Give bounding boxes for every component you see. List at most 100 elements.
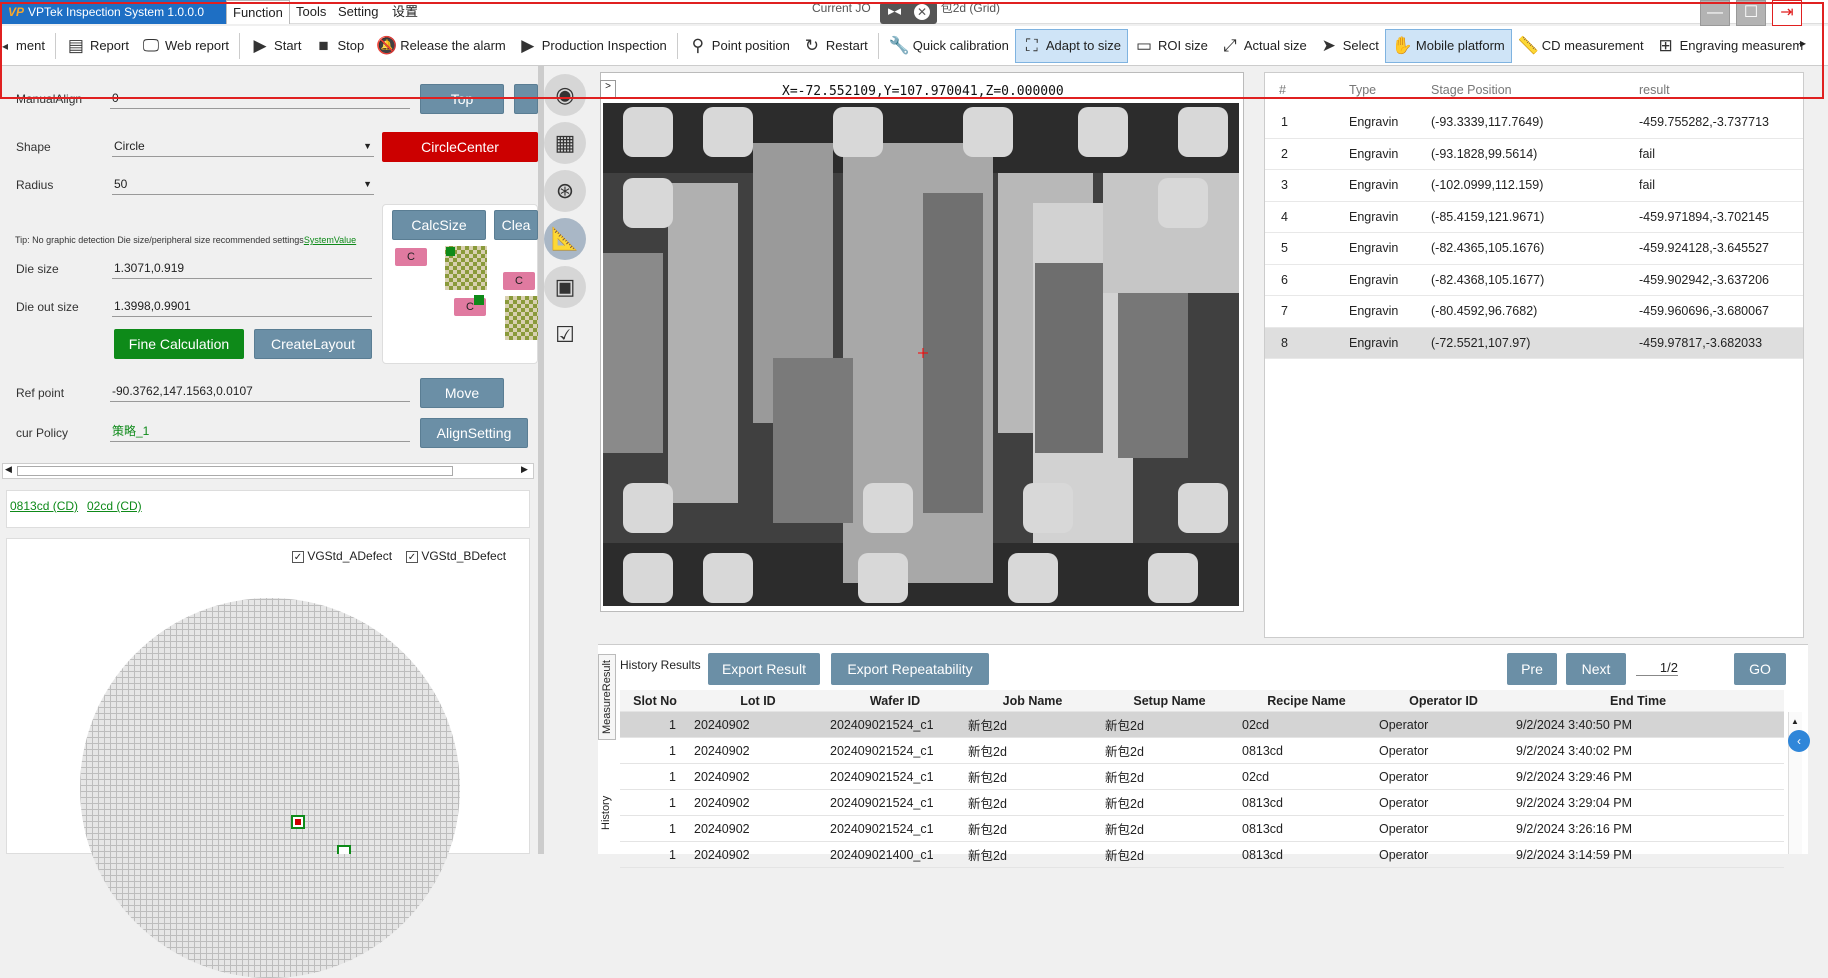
mobile-platform-button[interactable]: ✋ Mobile platform <box>1384 28 1512 63</box>
recipe-link-02cd[interactable]: 02cd (CD) <box>87 499 142 513</box>
checklist-icon[interactable]: ☑ <box>544 314 586 356</box>
point-position-button[interactable]: ⚲ Point position <box>682 29 796 63</box>
history-row[interactable]: 1 20240902 202409021524_c1 新包2d 新包2d 0813cd Op… <box>620 816 1784 842</box>
ref-point-field[interactable]: -90.3762,147.1563,0.0107 <box>110 382 410 402</box>
wafer-camera-image[interactable] <box>603 103 1239 606</box>
result-row[interactable]: 2 Engravin (-93.1828,99.5614) fail <box>1265 139 1803 170</box>
partial-button[interactable] <box>514 84 538 114</box>
ruler-tool-icon[interactable]: 📐 <box>544 218 586 260</box>
move-button[interactable]: Move <box>420 378 504 408</box>
recording-control[interactable]: ▸◂ ✕ <box>880 2 937 24</box>
scrollbar-thumb[interactable] <box>17 466 453 476</box>
exit-button[interactable]: ⇥ <box>1772 0 1802 26</box>
report-button[interactable]: ▤ Report <box>60 29 135 63</box>
scroll-up-icon[interactable]: ▲ <box>1789 717 1799 726</box>
clear-button[interactable]: Clea <box>494 210 538 240</box>
export-repeatability-button[interactable]: Export Repeatability <box>831 653 989 685</box>
result-row[interactable]: 8 Engravin (-72.5521,107.97) -459.97817,-3.… <box>1265 327 1803 359</box>
maximize-button[interactable]: ☐ <box>1736 0 1766 26</box>
collapse-panel-icon[interactable]: ‹ <box>1788 730 1810 752</box>
target-grid-icon[interactable]: ⊛ <box>544 170 586 212</box>
result-row[interactable]: 6 Engravin (-82.4368,105.1677) -459.902942,… <box>1265 265 1803 296</box>
history-row[interactable]: 1 20240902 202409021400_c1 新包2d 新包2d 0813cd Op… <box>620 842 1784 868</box>
menu-function[interactable]: Function <box>226 0 290 24</box>
horizontal-scrollbar[interactable]: ◀ ▶ <box>2 463 534 479</box>
result-row[interactable]: 1 Engravin (-93.3339,117.7649) -459.755282,… <box>1265 107 1803 139</box>
history-row[interactable]: 1 20240902 202409021524_c1 新包2d 新包2d 0813cd Op… <box>620 790 1784 816</box>
toolbar-scroll-right-icon[interactable]: ▸ <box>1800 36 1806 50</box>
menu-setting[interactable]: Setting <box>332 0 384 24</box>
production-inspection-button[interactable]: ▶ Production Inspection <box>512 29 673 63</box>
quick-calibration-button[interactable]: 🔧 Quick calibration <box>883 29 1015 63</box>
menu-settings-cn[interactable]: 设置 <box>386 0 424 24</box>
calc-size-button[interactable]: CalcSize <box>392 210 486 240</box>
chart-icon[interactable]: ▣ <box>544 266 586 308</box>
page-input[interactable]: 1/2 <box>1636 660 1678 676</box>
history-cell: Operator <box>1379 821 1429 836</box>
cd-measurement-button[interactable]: 📏 CD measurement <box>1512 29 1650 63</box>
menu-tools[interactable]: Tools <box>290 0 332 24</box>
next-page-button[interactable]: Next <box>1566 653 1626 685</box>
recipe-link-0813cd[interactable]: 0813cd (CD) <box>10 499 78 513</box>
wafer-die-marker[interactable] <box>337 845 351 854</box>
result-row[interactable]: 5 Engravin (-82.4365,105.1676) -459.924128,… <box>1265 233 1803 265</box>
die-size-field[interactable]: 1.3071,0.919 <box>112 259 372 279</box>
chip-c-1: C <box>395 248 427 266</box>
stop-button[interactable]: ■ Stop <box>308 29 371 63</box>
result-cell: 8 <box>1281 335 1288 350</box>
create-layout-button[interactable]: CreateLayout <box>254 329 372 359</box>
camera-icon[interactable]: ◉ <box>544 74 586 116</box>
toolbar-partial-button[interactable]: ment <box>10 29 51 63</box>
system-value-link[interactable]: SystemValue <box>304 235 356 245</box>
release-alarm-button[interactable]: 🔕 Release the alarm <box>370 29 512 63</box>
align-setting-button[interactable]: AlignSetting <box>420 418 528 448</box>
report-label: Report <box>89 38 129 53</box>
radius-select[interactable]: 50 ▼ <box>112 175 374 195</box>
history-row[interactable]: 1 20240902 202409021524_c1 新包2d 新包2d 02cd Oper… <box>620 764 1784 790</box>
top-button[interactable]: Top <box>420 84 504 114</box>
expand-button[interactable]: > <box>600 80 616 98</box>
result-row[interactable]: 3 Engravin (-102.0999,112.159) fail <box>1265 170 1803 202</box>
select-button[interactable]: ➤ Select <box>1313 29 1385 63</box>
grid-sphere-icon[interactable]: ▦ <box>544 122 586 164</box>
tab-measure-result[interactable]: MeasureResult <box>598 654 616 740</box>
die-out-size-field[interactable]: 1.3998,0.9901 <box>112 297 372 317</box>
history-row[interactable]: 1 20240902 202409021524_c1 新包2d 新包2d 0813cd Op… <box>620 738 1784 764</box>
actual-size-button[interactable]: ⤢ Actual size <box>1214 29 1313 63</box>
previous-page-button[interactable]: Pre <box>1507 653 1557 685</box>
start-button[interactable]: ▶ Start <box>244 29 307 63</box>
shape-select[interactable]: Circle ▼ <box>112 137 374 157</box>
manual-align-field[interactable]: 0 <box>110 89 410 109</box>
scroll-right-icon[interactable]: ▶ <box>521 464 528 475</box>
point-position-label: Point position <box>711 38 790 53</box>
wafer-map[interactable] <box>80 598 460 978</box>
restart-button[interactable]: ↻ Restart <box>796 29 874 63</box>
history-cell: 02cd <box>1242 769 1270 784</box>
current-job-label: Current JO <box>812 1 871 15</box>
history-cell: 1 <box>669 821 676 836</box>
adapt-to-size-button[interactable]: ⛶ Adapt to size <box>1014 28 1129 63</box>
history-row[interactable]: 1 20240902 202409021524_c1 新包2d 新包2d 02cd Oper… <box>620 712 1784 738</box>
go-button[interactable]: GO <box>1734 653 1786 685</box>
scroll-left-icon[interactable]: ◀ <box>5 464 12 475</box>
export-result-button[interactable]: Export Result <box>708 653 820 685</box>
circle-center-button[interactable]: CircleCenter <box>382 132 538 162</box>
wafer-die-selected[interactable] <box>291 815 305 829</box>
checkbox-checked-icon[interactable]: ✓ <box>406 551 418 563</box>
minimize-button[interactable]: — <box>1700 0 1730 26</box>
recording-icon[interactable]: ▸◂ <box>888 3 901 19</box>
tab-history[interactable]: History <box>598 772 616 854</box>
web-report-button[interactable]: 🖵 Web report <box>135 29 235 63</box>
fine-calculation-button[interactable]: Fine Calculation <box>114 329 244 359</box>
start-label: Start <box>274 38 302 53</box>
toolbar-scroll-left-icon[interactable]: ◂ <box>0 39 10 53</box>
result-row[interactable]: 4 Engravin (-85.4159,121.9671) -459.971894,… <box>1265 202 1803 233</box>
close-icon[interactable]: ✕ <box>914 4 930 20</box>
engraving-measurement-button[interactable]: ⊞ Engraving measurem <box>1650 29 1810 63</box>
defect-check-a[interactable]: ✓ VGStd_ADefect <box>292 549 392 563</box>
defect-check-b[interactable]: ✓ VGStd_BDefect <box>406 549 506 563</box>
checkbox-checked-icon[interactable]: ✓ <box>292 551 304 563</box>
cur-policy-field[interactable]: 策略_1 <box>110 422 410 442</box>
roi-size-button[interactable]: ▭ ROI size <box>1128 29 1214 63</box>
result-row[interactable]: 7 Engravin (-80.4592,96.7682) -459.960696,-… <box>1265 296 1803 328</box>
